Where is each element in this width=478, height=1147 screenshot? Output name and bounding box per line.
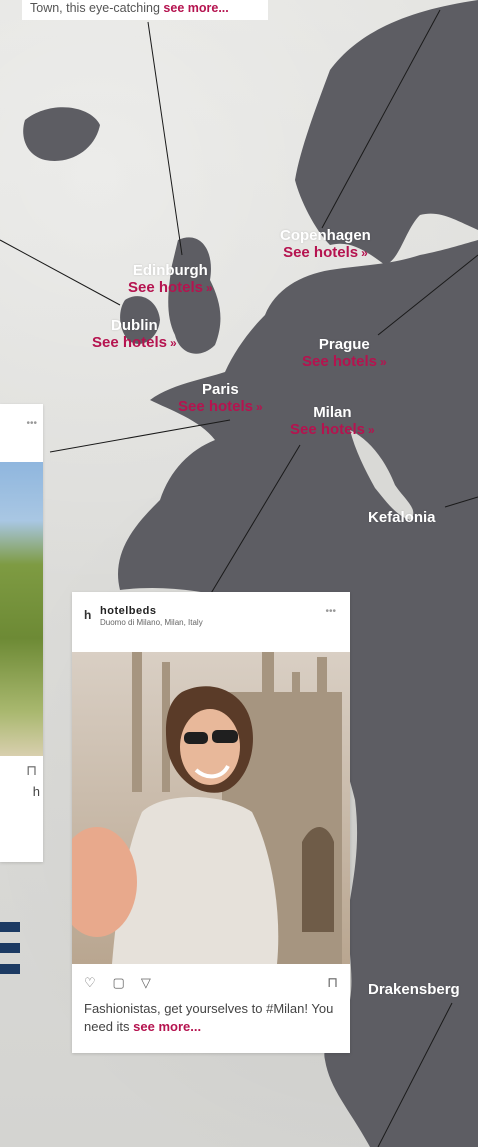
see-hotels-link[interactable]: See hotels» xyxy=(128,279,213,297)
left-instagram-post[interactable]: ••• ⊓ h xyxy=(0,404,43,862)
city-edinburgh: Edinburgh See hotels» xyxy=(128,262,213,297)
more-options-icon[interactable]: ••• xyxy=(325,606,336,617)
bookmark-icon[interactable]: ⊓ xyxy=(26,762,37,779)
city-prague: Prague See hotels» xyxy=(302,336,387,371)
decorative-bars xyxy=(0,922,20,985)
city-name: Dublin xyxy=(111,317,158,334)
city-name: Milan xyxy=(313,404,352,421)
see-hotels-link[interactable]: See hotels» xyxy=(280,244,371,262)
see-hotels-link[interactable]: See hotels» xyxy=(92,334,177,352)
more-options-icon[interactable]: ••• xyxy=(26,418,37,429)
bar xyxy=(0,943,20,953)
see-more-link[interactable]: see more... xyxy=(163,1,228,15)
milan-instagram-post[interactable]: h hotelbeds Duomo di Milano, Milan, Ital… xyxy=(72,592,350,1053)
milan-woman-photo xyxy=(72,652,350,964)
city-name: Copenhagen xyxy=(280,227,371,244)
double-chevron-icon: » xyxy=(368,422,375,437)
double-chevron-icon: » xyxy=(256,399,263,414)
see-more-link[interactable]: see more... xyxy=(133,1019,201,1034)
city-drakensberg[interactable]: Drakensberg xyxy=(368,981,460,999)
top-post-caption: Town, this eye-catching see more... xyxy=(22,0,268,20)
city-name: Prague xyxy=(318,336,370,353)
city-name: Kefalonia xyxy=(368,509,436,526)
post-photo xyxy=(72,652,350,964)
city-copenhagen: Copenhagen See hotels» xyxy=(280,227,371,262)
post-username[interactable]: hotelbeds xyxy=(100,605,156,617)
city-name: Drakensberg xyxy=(368,981,460,998)
post-actions: ♡ ▢ ▽ ⊓ xyxy=(84,974,338,994)
city-dublin: Dublin See hotels» xyxy=(92,317,177,352)
double-chevron-icon: » xyxy=(170,335,177,350)
see-hotels-link[interactable]: See hotels» xyxy=(290,421,375,439)
post-caption: Fashionistas, get yourselves to #Milan! … xyxy=(84,1000,338,1036)
see-hotels-link[interactable]: See hotels» xyxy=(178,398,263,416)
caption-fragment: h xyxy=(32,784,40,799)
send-icon[interactable]: ▽ xyxy=(141,975,155,990)
scandinavia-shape xyxy=(295,0,478,265)
city-name: Edinburgh xyxy=(132,262,208,279)
post-location[interactable]: Duomo di Milano, Milan, Italy xyxy=(100,618,203,627)
connector-line xyxy=(147,21,183,256)
bar xyxy=(0,964,20,974)
post-header: h hotelbeds Duomo di Milano, Milan, Ital… xyxy=(72,592,350,652)
heart-icon[interactable]: ♡ xyxy=(84,975,98,990)
top-caption-text: Town, this eye-catching xyxy=(30,1,160,15)
caption-text: Fashionistas, get yourselves to #Milan! … xyxy=(84,1001,334,1034)
double-chevron-icon: » xyxy=(380,354,387,369)
city-milan: Milan See hotels» xyxy=(290,404,375,439)
post-photo xyxy=(0,462,43,756)
bookmark-icon[interactable]: ⊓ xyxy=(327,974,338,991)
double-chevron-icon: » xyxy=(361,245,368,260)
hotelbeds-logo-icon: h xyxy=(84,608,92,622)
city-name: Paris xyxy=(202,381,239,398)
city-paris: Paris See hotels» xyxy=(178,381,263,416)
bar xyxy=(0,922,20,932)
island-shape xyxy=(23,107,100,161)
city-kefalonia[interactable]: Kefalonia xyxy=(368,509,436,527)
connector-line xyxy=(0,239,121,306)
see-hotels-link[interactable]: See hotels» xyxy=(302,353,387,371)
comment-icon[interactable]: ▢ xyxy=(112,975,126,990)
double-chevron-icon: » xyxy=(206,280,213,295)
